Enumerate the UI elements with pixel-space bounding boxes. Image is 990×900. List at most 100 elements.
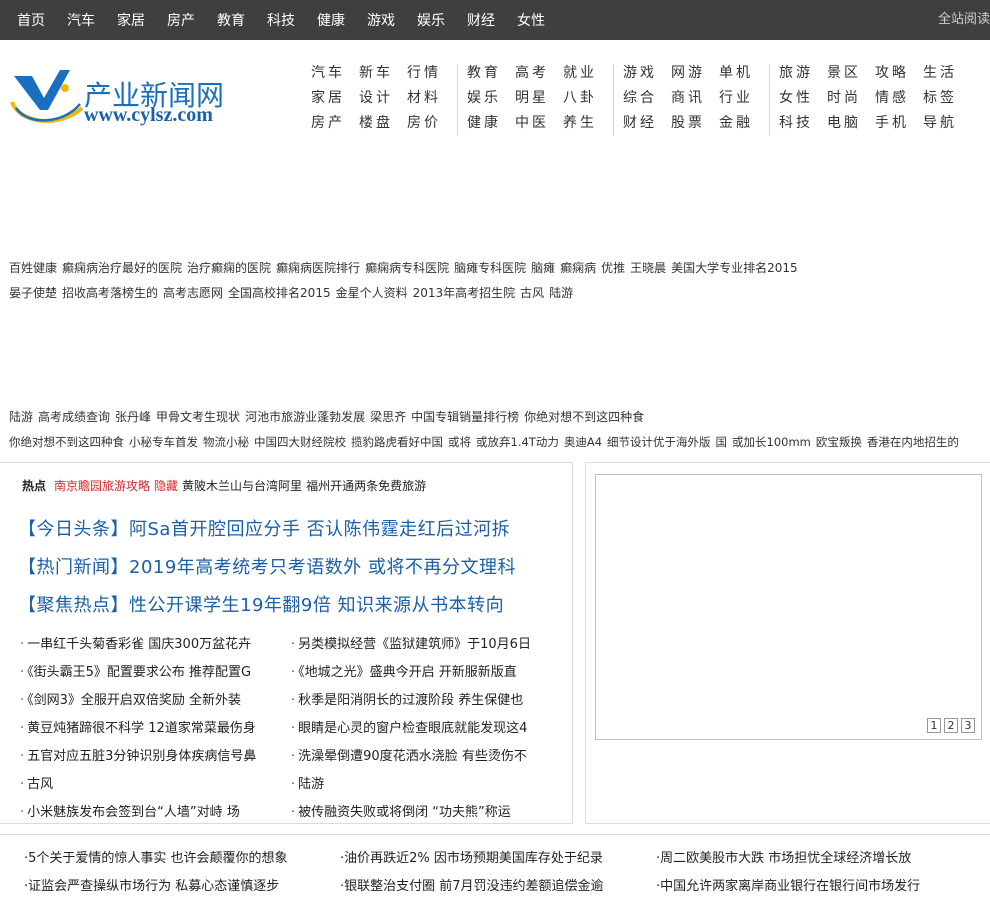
category-link[interactable]: 行业	[719, 87, 767, 109]
top-nav-home-living[interactable]: 家居	[117, 10, 145, 30]
category-link[interactable]: 电脑	[827, 112, 875, 134]
category-link[interactable]: 科技	[779, 112, 827, 134]
category-link[interactable]: 情感	[875, 87, 923, 109]
tag-link[interactable]: 细节设计优于海外版	[607, 435, 711, 449]
headline-focus[interactable]: 【聚焦热点】性公开课学生19年翻9倍 知识来源从书本转向	[18, 591, 504, 617]
tag-link[interactable]: 中国四大财经院校	[254, 435, 346, 449]
tag-link[interactable]: 或加长100mm	[732, 435, 811, 449]
category-link[interactable]: 旅游	[779, 62, 827, 84]
category-link[interactable]: 商讯	[671, 87, 719, 109]
tag-link[interactable]: 招收高考落榜生的	[62, 286, 158, 300]
tag-link[interactable]: 治疗癫痫的医院	[187, 261, 271, 275]
top-nav-health[interactable]: 健康	[317, 10, 345, 30]
tag-link[interactable]: 张丹峰	[115, 410, 151, 424]
list-item[interactable]: · 小米魅族发布会签到台“人墙”对峙 场	[20, 799, 276, 827]
hot-link[interactable]: 南京瞻园旅游攻略	[54, 479, 150, 493]
tag-link[interactable]: 或将	[448, 435, 471, 449]
list-item[interactable]: · 《街头霸王5》配置要求公布 推荐配置G	[20, 659, 276, 687]
tag-link[interactable]: 小秘专车首发	[129, 435, 198, 449]
top-nav-home[interactable]: 首页	[17, 10, 45, 30]
category-link[interactable]: 金融	[719, 112, 767, 134]
tag-link[interactable]: 甲骨文考生现状	[156, 410, 240, 424]
tag-link[interactable]: 物流小秘	[203, 435, 249, 449]
category-link[interactable]: 标签	[923, 87, 971, 109]
tag-link[interactable]: 高考成绩查询	[38, 410, 110, 424]
category-link[interactable]: 财经	[623, 112, 671, 134]
tag-link[interactable]: 癫痫病医院排行	[276, 261, 360, 275]
top-nav-women[interactable]: 女性	[517, 10, 545, 30]
tag-link[interactable]: 美国大学专业排名2015	[671, 261, 798, 275]
list-item[interactable]: · 黄豆炖猪蹄很不科学 12道家常菜最伤身	[20, 715, 276, 743]
category-link[interactable]: 房产	[311, 112, 359, 134]
category-link[interactable]: 楼盘	[359, 112, 407, 134]
list-item[interactable]: ·5个关于爱情的惊人事实 也许会颠覆你的想象	[24, 845, 334, 873]
list-item[interactable]: ·周二欧美股市大跌 市场担忧全球经济增长放	[656, 845, 986, 873]
category-link[interactable]: 家居	[311, 87, 359, 109]
category-link[interactable]: 设计	[359, 87, 407, 109]
top-nav-games[interactable]: 游戏	[367, 10, 395, 30]
tag-link[interactable]: 国	[716, 435, 728, 449]
tag-link[interactable]: 金星个人资料	[336, 286, 408, 300]
category-link[interactable]: 单机	[719, 62, 767, 84]
top-nav-entertainment[interactable]: 娱乐	[417, 10, 445, 30]
list-item[interactable]: · 一串红千头菊香彩雀 国庆300万盆花卉	[20, 631, 276, 659]
hot-link[interactable]: 黄陂木兰山与台湾阿里	[182, 479, 302, 493]
list-item[interactable]: · 另类模拟经营《监狱建筑师》于10月6日	[291, 631, 547, 659]
tag-link[interactable]: 晏子使楚	[9, 286, 57, 300]
category-link[interactable]: 房价	[407, 112, 455, 134]
tag-link[interactable]: 癫痫病	[560, 261, 596, 275]
tag-link[interactable]: 2013年高考招生院	[413, 286, 516, 300]
tag-link[interactable]: 中国专辑销量排行榜	[411, 410, 519, 424]
headline-today[interactable]: 【今日头条】阿Sa首开腔回应分手 否认陈伟霆走红后过河拆	[18, 515, 510, 541]
list-item[interactable]: · 古风	[20, 771, 276, 799]
category-link[interactable]: 生活	[923, 62, 971, 84]
category-link[interactable]: 综合	[623, 87, 671, 109]
slider-page-button[interactable]: 2	[944, 718, 958, 733]
tag-link[interactable]: 揽豹路虎看好中国	[351, 435, 443, 449]
category-link[interactable]: 攻略	[875, 62, 923, 84]
tag-link[interactable]: 陆游	[549, 286, 573, 300]
list-item[interactable]: · 《地城之光》盛典今开启 开新服新版直	[291, 659, 547, 687]
tag-link[interactable]: 香港在内地招生的	[867, 435, 959, 449]
hot-link[interactable]: 福州开通两条免费旅游	[306, 479, 426, 493]
category-link[interactable]: 手机	[875, 112, 923, 134]
category-link[interactable]: 材料	[407, 87, 455, 109]
category-link[interactable]: 八卦	[563, 87, 611, 109]
category-link[interactable]: 女性	[779, 87, 827, 109]
category-link[interactable]: 网游	[671, 62, 719, 84]
list-item[interactable]: · 陆游	[291, 771, 547, 799]
category-link[interactable]: 导航	[923, 112, 971, 134]
tag-link[interactable]: 古风	[520, 286, 544, 300]
tag-link[interactable]: 王晓晨	[630, 261, 666, 275]
category-link[interactable]: 游戏	[623, 62, 671, 84]
tag-link[interactable]: 高考志愿网	[163, 286, 223, 300]
category-link[interactable]: 行情	[407, 62, 455, 84]
tag-link[interactable]: 欧宝叛换	[816, 435, 862, 449]
list-item[interactable]: · 秋季是阳消阴长的过渡阶段 养生保健也	[291, 687, 547, 715]
category-link[interactable]: 时尚	[827, 87, 875, 109]
category-link[interactable]: 明星	[515, 87, 563, 109]
site-logo[interactable]: 产业新闻网 www.cylsz.com	[10, 68, 260, 130]
top-nav-realestate[interactable]: 房产	[167, 10, 195, 30]
list-item[interactable]: · 被传融资失败或将倒闭 “功夫熊”称运	[291, 799, 547, 827]
list-item[interactable]: · 五官对应五脏3分钟识别身体疾病信号鼻	[20, 743, 276, 771]
slider-page-button[interactable]: 3	[961, 718, 975, 733]
top-nav-finance[interactable]: 财经	[467, 10, 495, 30]
tag-link[interactable]: 梁思齐	[370, 410, 406, 424]
category-link[interactable]: 高考	[515, 62, 563, 84]
site-read-link[interactable]: 全站阅读	[938, 0, 990, 40]
top-nav-tech[interactable]: 科技	[267, 10, 295, 30]
tag-link[interactable]: 全国高校排名2015	[228, 286, 331, 300]
tag-link[interactable]: 陆游	[9, 410, 33, 424]
category-link[interactable]: 健康	[467, 112, 515, 134]
tag-link[interactable]: 奥迪A4	[564, 435, 602, 449]
list-item[interactable]: ·油价再跌近2% 因市场预期美国库存处于纪录	[340, 845, 645, 873]
category-link[interactable]: 股票	[671, 112, 719, 134]
tag-link[interactable]: 脑瘫	[531, 261, 555, 275]
list-item[interactable]: · 眼睛是心灵的窗户检查眼底就能发现这4	[291, 715, 547, 743]
top-nav-education[interactable]: 教育	[217, 10, 245, 30]
category-link[interactable]: 中医	[515, 112, 563, 134]
list-item[interactable]: ·证监会严查操纵市场行为 私募心态谨慎逐步	[24, 873, 334, 900]
category-link[interactable]: 娱乐	[467, 87, 515, 109]
category-link[interactable]: 教育	[467, 62, 515, 84]
